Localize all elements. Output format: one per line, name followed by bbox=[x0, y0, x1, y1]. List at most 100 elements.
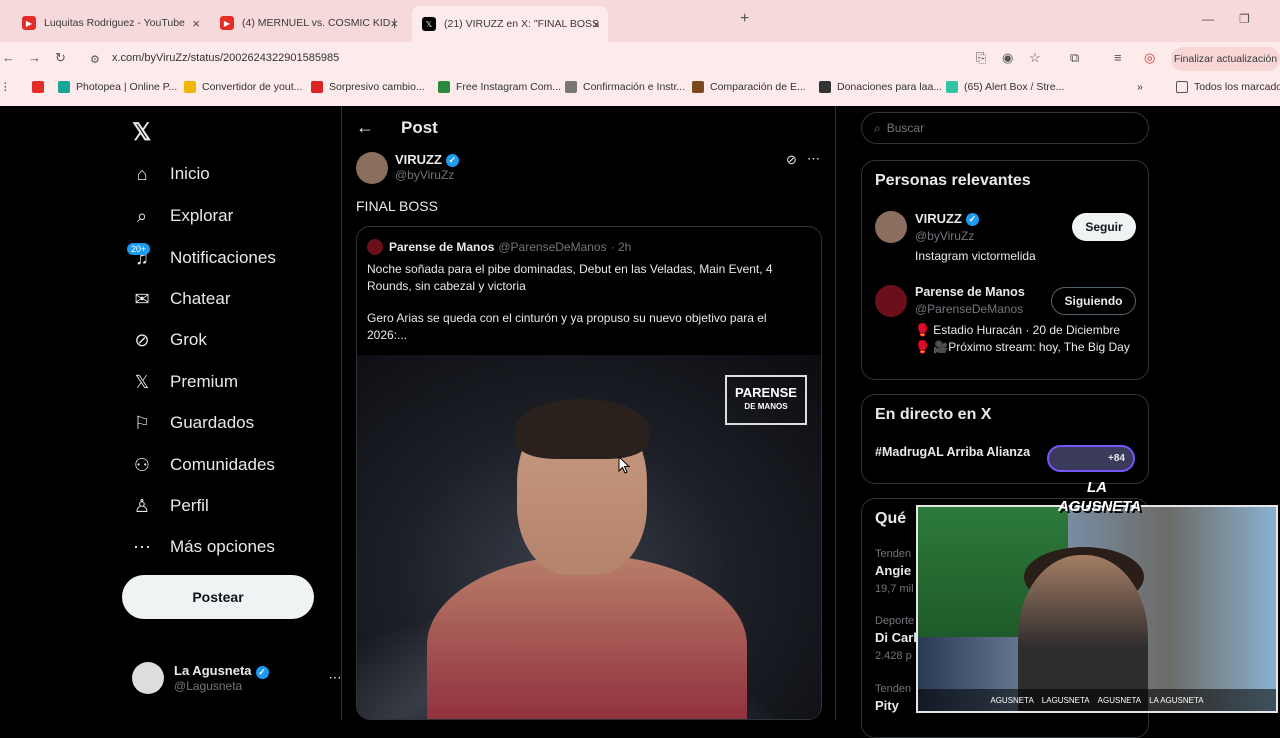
panel-title: En directo en X bbox=[875, 406, 992, 423]
grok-icon: ⊘ bbox=[134, 329, 150, 350]
back-icon[interactable]: ← bbox=[2, 50, 15, 65]
nav-grok[interactable]: ⊘ Grok bbox=[130, 328, 206, 352]
instagram-icon bbox=[438, 81, 450, 93]
account-switcher[interactable]: La Agusneta ✓ @Lagusneta ⋯ bbox=[132, 662, 342, 694]
more-icon[interactable]: ⋯ bbox=[807, 151, 820, 167]
notifications-badge: 20+ bbox=[127, 243, 151, 255]
verified-icon: ✓ bbox=[965, 213, 979, 227]
minimize-icon[interactable]: — bbox=[1202, 12, 1214, 26]
site-icon bbox=[692, 81, 704, 93]
tab-youtube-luquitas[interactable]: ▶ Luquitas Rodriguez - YouTube × bbox=[12, 8, 208, 38]
profile-icon[interactable]: ◎ bbox=[1144, 50, 1155, 66]
close-icon[interactable]: × bbox=[592, 17, 600, 32]
bookmark-photopea[interactable]: Photopea | Online P... bbox=[58, 81, 177, 93]
eye-off-icon[interactable]: ◉ bbox=[1002, 50, 1013, 66]
bookmark-confirmacion[interactable]: Confirmación e Instr... bbox=[565, 81, 685, 93]
star-icon[interactable]: ☆ bbox=[1029, 50, 1041, 66]
search-icon: ⌕ bbox=[136, 205, 148, 226]
avatar[interactable] bbox=[356, 152, 388, 184]
converter-icon bbox=[184, 81, 196, 93]
live-panel: En directo en X #MadrugAL Arriba Alianza… bbox=[861, 394, 1149, 484]
grok-icon[interactable]: ⊘ bbox=[786, 152, 797, 168]
live-participants[interactable]: +84 bbox=[1047, 445, 1135, 472]
extensions-icon[interactable]: ⧉ bbox=[1070, 50, 1079, 66]
nav-inicio[interactable]: ⌂ Inicio bbox=[130, 162, 210, 186]
trend-name[interactable]: Angie bbox=[875, 563, 911, 578]
column-divider bbox=[341, 106, 342, 720]
following-button[interactable]: Siguiendo bbox=[1051, 287, 1136, 315]
streamer-logo: LA AGUSNETA bbox=[1058, 479, 1142, 515]
panel-title: Personas relevantes bbox=[875, 172, 1031, 189]
cursor-icon bbox=[618, 456, 630, 474]
person-icon: ♙ bbox=[133, 495, 151, 516]
nav-explorar[interactable]: ⌕ Explorar bbox=[130, 204, 233, 228]
panel-title: Qué bbox=[875, 510, 907, 527]
people-icon: ⚇ bbox=[133, 454, 151, 475]
socials-bar: AGUSNETA LAGUSNETA AGUSNETA LA AGUSNETA bbox=[918, 689, 1276, 711]
more-bookmarks-icon[interactable]: » bbox=[1137, 81, 1143, 93]
trend-name[interactable]: Di Carl bbox=[875, 630, 917, 645]
site-icon bbox=[819, 81, 831, 93]
follow-button[interactable]: Seguir bbox=[1072, 213, 1136, 241]
quoted-tweet[interactable]: Parense de Manos @ParenseDeManos · 2h No… bbox=[356, 226, 822, 720]
nav-guardados[interactable]: ⚐ Guardados bbox=[130, 411, 254, 435]
avatar bbox=[367, 239, 383, 255]
page-title: Post bbox=[401, 118, 438, 137]
site-info-icon[interactable]: ⚙ bbox=[90, 53, 100, 66]
tab-youtube-mernuel[interactable]: ▶ (4) MERNUEL vs. COSMIC KID | × bbox=[210, 8, 406, 38]
avatar bbox=[875, 211, 907, 243]
youtube-icon: ▶ bbox=[220, 16, 234, 30]
quoted-image[interactable]: PARENSE DE MANOS bbox=[357, 355, 821, 719]
verified-icon: ✓ bbox=[445, 154, 459, 168]
webcam-overlay: AGUSNETA LAGUSNETA AGUSNETA LA AGUSNETA bbox=[916, 505, 1278, 713]
search-icon: ⌕ bbox=[874, 120, 881, 135]
new-tab-icon[interactable]: + bbox=[740, 10, 749, 28]
folder-icon bbox=[1176, 81, 1188, 93]
back-arrow-icon[interactable]: ← bbox=[356, 117, 374, 138]
install-icon[interactable]: ⎘ bbox=[976, 50, 986, 66]
bookmark-instagram[interactable]: Free Instagram Com... bbox=[438, 81, 561, 93]
nav-premium[interactable]: 𝕏 Premium bbox=[130, 370, 238, 394]
apps-icon[interactable]: ⋮ bbox=[0, 81, 11, 93]
photopea-icon bbox=[58, 81, 70, 93]
x-icon: 𝕏 bbox=[422, 17, 436, 31]
youtube-icon: ▶ bbox=[22, 16, 36, 30]
post-button[interactable]: Postear bbox=[122, 575, 314, 619]
more-icon[interactable]: ⋯ bbox=[329, 670, 342, 686]
bookmark-sorpresivo[interactable]: Sorpresivo cambio... bbox=[311, 81, 425, 93]
url-text[interactable]: x.com/byViruZz/status/200262432290158598… bbox=[112, 52, 339, 64]
streamlabs-icon bbox=[946, 81, 958, 93]
bookmark-alertbox[interactable]: (65) Alert Box / Stre... bbox=[946, 81, 1064, 93]
trend-name[interactable]: Pity bbox=[875, 698, 899, 713]
reload-icon[interactable]: ↻ bbox=[55, 50, 66, 66]
close-icon[interactable]: × bbox=[192, 16, 200, 31]
close-icon[interactable]: × bbox=[390, 16, 398, 31]
restore-icon[interactable]: ❐ bbox=[1239, 12, 1250, 26]
nav-mas-opciones[interactable]: ⋯ Más opciones bbox=[130, 535, 275, 559]
tab-x-viruzz[interactable]: 𝕏 (21) VIRUZZ en X: "FINAL BOSS × bbox=[412, 6, 608, 42]
nav-notificaciones[interactable]: ♫ Notificaciones bbox=[130, 246, 276, 270]
nav-chatear[interactable]: ✉ Chatear bbox=[130, 287, 230, 311]
avatar bbox=[132, 662, 164, 694]
bookmark-donaciones[interactable]: Donaciones para laa... bbox=[819, 81, 942, 93]
bookmark-comparacion[interactable]: Comparación de E... bbox=[692, 81, 806, 93]
news-icon bbox=[311, 81, 323, 93]
forward-icon[interactable]: → bbox=[28, 50, 41, 65]
live-item[interactable]: #MadrugAL Arriba Alianza bbox=[875, 445, 1030, 459]
nav-comunidades[interactable]: ⚇ Comunidades bbox=[130, 453, 275, 477]
browser-chrome: ▶ Luquitas Rodriguez - YouTube × ▶ (4) M… bbox=[0, 0, 1280, 106]
bookmark-icon: ⚐ bbox=[133, 412, 151, 433]
more-icon: ⋯ bbox=[133, 536, 151, 557]
bookmark-youtube[interactable] bbox=[32, 81, 50, 93]
tweet-author[interactable]: VIRUZZ ✓ @byViruZz bbox=[356, 152, 459, 184]
bookmark-convertidor[interactable]: Convertidor de yout... bbox=[184, 81, 302, 93]
search-input[interactable]: ⌕ Buscar bbox=[861, 112, 1149, 144]
brand-logo: PARENSE DE MANOS bbox=[725, 375, 807, 425]
update-button[interactable]: Finalizar actualización bbox=[1171, 47, 1280, 71]
x-icon: 𝕏 bbox=[134, 371, 150, 392]
media-icon[interactable]: ≡ bbox=[1114, 50, 1122, 65]
all-bookmarks[interactable]: Todos los marcadores bbox=[1176, 81, 1280, 93]
nav-perfil[interactable]: ♙ Perfil bbox=[130, 494, 209, 518]
link-icon bbox=[565, 81, 577, 93]
x-logo-icon[interactable]: 𝕏 bbox=[132, 118, 151, 147]
